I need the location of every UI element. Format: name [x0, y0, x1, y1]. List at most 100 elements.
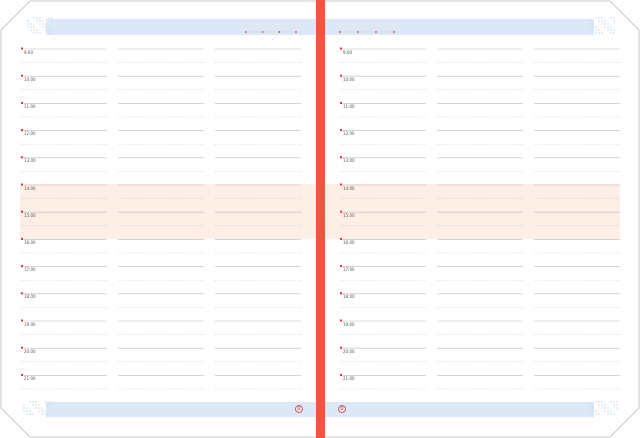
pattern-dot: [38, 404, 40, 406]
pattern-dot: [50, 404, 52, 406]
left-hour-label: 13:00: [24, 158, 36, 164]
pattern-dot: [36, 32, 38, 34]
right-hour-marker: [340, 210, 342, 213]
pattern-dot: [27, 23, 29, 25]
pattern-dot: [32, 401, 34, 403]
pattern-dot: [48, 29, 50, 31]
right-hour-marker: [340, 47, 342, 50]
left-hour-marker: [21, 129, 23, 132]
left-footer-band: [46, 402, 316, 417]
pattern-dot: [601, 20, 603, 22]
pattern-dot: [39, 32, 41, 34]
pattern-dot: [613, 413, 615, 415]
right-hour-label: 18:00: [343, 294, 355, 300]
pattern-dot: [607, 26, 609, 28]
left-hour-marker: [21, 373, 23, 376]
left-hour-marker: [21, 265, 23, 268]
pattern-dot: [589, 23, 591, 25]
pattern-dot: [592, 23, 594, 25]
right-hour-label: 13:00: [343, 158, 355, 164]
left-header-band: [46, 19, 316, 35]
pattern-dot: [35, 404, 37, 406]
pattern-dot: [607, 413, 609, 415]
header-date-dot: [278, 31, 281, 33]
pattern-dot: [601, 401, 603, 403]
pattern-dot: [607, 407, 609, 409]
left-hour-marker: [21, 74, 23, 77]
pattern-dot: [30, 23, 32, 25]
pattern-dot: [601, 32, 603, 34]
left-hour-marker: [21, 292, 23, 295]
pattern-dot: [604, 20, 606, 22]
pattern-dot: [601, 404, 603, 406]
header-date-dot: [295, 31, 297, 33]
pattern-dot: [610, 401, 612, 403]
right-hour-label: 11:00: [343, 103, 355, 109]
pattern-dot: [589, 410, 591, 412]
pattern-dot: [604, 407, 606, 409]
pattern-dot: [604, 26, 606, 28]
pattern-dot: [592, 29, 594, 31]
pattern-dot: [27, 26, 29, 28]
pattern-dot: [27, 20, 29, 22]
header-date-dot: [375, 31, 377, 33]
pattern-dot: [50, 407, 52, 409]
right-hour-marker: [340, 319, 342, 322]
pattern-dot: [51, 17, 53, 19]
pattern-dot: [47, 404, 49, 406]
right-highlight-band: [324, 184, 620, 239]
pattern-dot: [598, 20, 600, 22]
pattern-dot: [29, 401, 31, 403]
left-hour-label: 15:00: [24, 212, 36, 218]
pattern-dot: [595, 26, 597, 28]
pattern-dot: [613, 17, 615, 19]
pattern-dot: [589, 404, 591, 406]
pattern-dot: [23, 407, 25, 409]
left-hour-label: 12:00: [24, 131, 36, 137]
pattern-dot: [595, 29, 597, 31]
pattern-dot: [598, 404, 600, 406]
pattern-dot: [607, 29, 609, 31]
left-hour-marker: [21, 319, 23, 322]
left-page-number: 0: [297, 406, 301, 412]
pattern-dot: [44, 401, 46, 403]
header-date-dot: [357, 31, 359, 33]
pattern-dot: [610, 32, 612, 34]
pattern-dot: [604, 410, 606, 412]
pattern-dot: [36, 17, 38, 19]
right-hour-marker: [340, 346, 342, 349]
pattern-dot: [601, 17, 603, 19]
pattern-dot: [604, 404, 606, 406]
pattern-dot: [592, 413, 594, 415]
pattern-dot: [51, 32, 53, 34]
pattern-dot: [595, 17, 597, 19]
left-hour-label: 17:00: [24, 267, 36, 273]
pattern-dot: [592, 407, 594, 409]
right-header-band: [324, 19, 594, 35]
pattern-dot: [589, 407, 591, 409]
left-hour-label: 14:00: [24, 185, 36, 191]
right-hour-label: 14:00: [343, 185, 355, 191]
left-hour-marker: [21, 237, 23, 240]
pattern-dot: [42, 26, 44, 28]
pattern-dot: [26, 410, 28, 412]
pattern-dot: [42, 23, 44, 25]
pattern-dot: [601, 407, 603, 409]
pattern-dot: [613, 404, 615, 406]
right-hour-label: 17:00: [343, 267, 355, 273]
pattern-dot: [610, 17, 612, 19]
pattern-dot: [616, 404, 618, 406]
pattern-dot: [33, 32, 35, 34]
pattern-dot: [26, 407, 28, 409]
left-hour-marker: [21, 210, 23, 213]
pattern-dot: [29, 413, 31, 415]
left-hour-marker: [21, 101, 23, 104]
right-hour-label: 16:00: [343, 239, 355, 245]
pattern-dot: [598, 29, 600, 31]
pattern-dot: [589, 26, 591, 28]
right-hour-marker: [340, 74, 342, 77]
left-hour-label: 19:00: [24, 321, 36, 327]
pattern-dot: [613, 401, 615, 403]
pattern-dot: [33, 29, 35, 31]
pattern-dot: [45, 26, 47, 28]
